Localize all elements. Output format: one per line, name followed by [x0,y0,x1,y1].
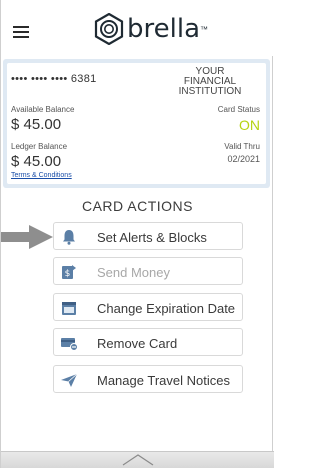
action-label: Manage Travel Notices [97,373,230,388]
send-money-button[interactable]: $ Send Money [53,257,243,285]
terms-conditions-link[interactable]: Terms & Conditions [11,172,72,179]
hamburger-menu-icon[interactable] [13,26,29,38]
available-balance-label: Available Balance [11,105,75,114]
card-summary-panel: •••• •••• •••• 6381 YOUR FINANCIAL INSTI… [3,59,270,188]
app-screen: brella ™ •••• •••• •••• 6381 YOUR FINANCI… [0,0,274,468]
card-status-label: Card Status [217,105,260,114]
header: brella ™ [1,0,274,56]
card-details: •••• •••• •••• 6381 YOUR FINANCIAL INSTI… [7,63,266,184]
institution-name: YOUR FINANCIAL INSTITUTION [160,67,260,97]
chevron-up-icon[interactable] [121,451,155,467]
svg-text:$: $ [65,269,71,279]
masked-card-number: •••• •••• •••• 6381 [11,73,97,85]
action-label: Set Alerts & Blocks [97,230,207,245]
available-balance-value: $ 45.00 [11,116,62,133]
valid-thru-label: Valid Thru [224,142,260,151]
pointer-arrow-icon [1,225,53,249]
ledger-balance-value: $ 45.00 [11,153,62,170]
action-label: Remove Card [97,336,178,351]
logo-text: brella [127,14,200,44]
card-actions-title: CARD ACTIONS [81,198,193,214]
remove-card-button[interactable]: Remove Card [53,328,243,356]
ledger-balance-label: Ledger Balance [11,142,68,151]
brella-logo-mark-icon [94,13,124,45]
card-status-value: ON [239,117,260,133]
logo-trademark: ™ [200,24,208,34]
remove-card-icon [61,338,78,351]
manage-travel-notices-button[interactable]: Manage Travel Notices [53,365,243,393]
calendar-icon [62,302,76,315]
send-money-icon: $ [62,265,76,279]
bell-icon [63,230,75,245]
valid-thru-value: 02/2021 [227,154,260,164]
bottom-drawer-bar[interactable] [1,451,274,468]
institution-line: INSTITUTION [178,86,242,97]
brella-logo: brella ™ [93,12,208,46]
change-expiration-date-button[interactable]: Change Expiration Date [53,293,243,321]
set-alerts-blocks-button[interactable]: Set Alerts & Blocks [53,222,243,250]
action-label: Send Money [97,265,170,280]
paper-plane-icon [61,373,78,387]
action-label: Change Expiration Date [97,301,236,316]
